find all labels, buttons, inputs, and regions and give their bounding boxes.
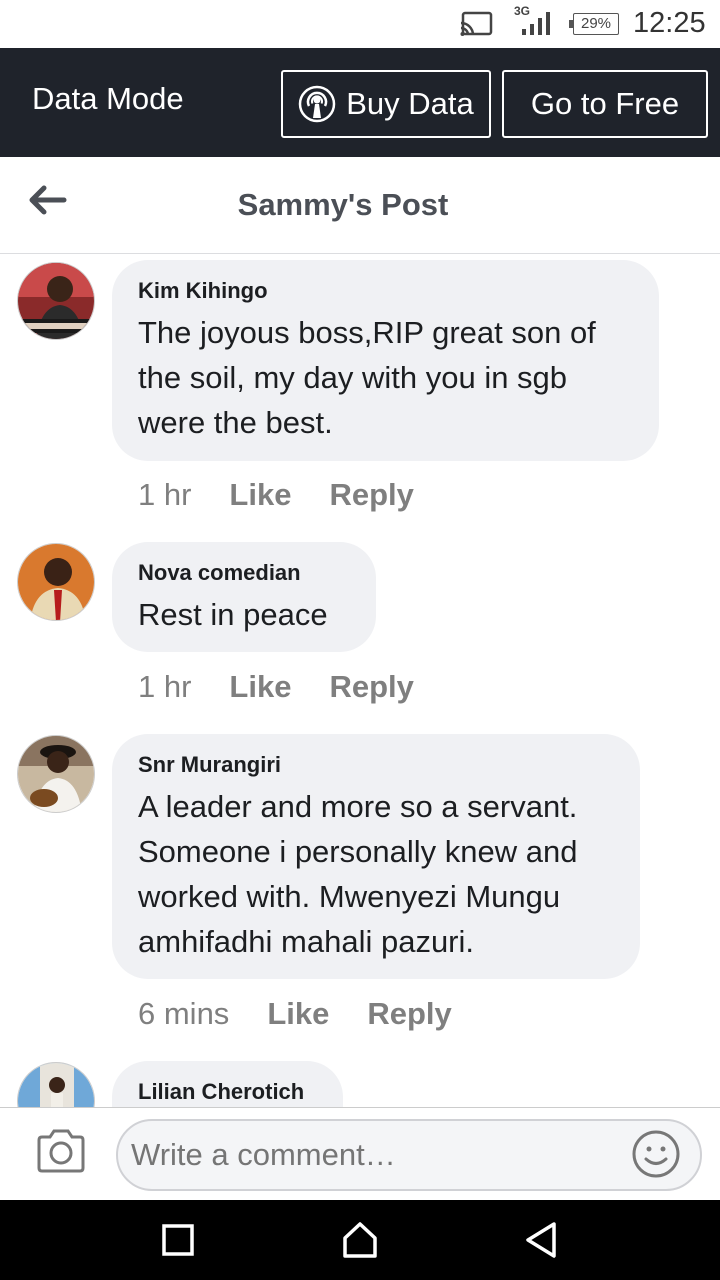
- cast-icon: [460, 11, 493, 36]
- avatar-image: [18, 1063, 94, 1107]
- post-header: Sammy's Post: [0, 157, 720, 254]
- comment-bubble[interactable]: Lilian Cherotich: [112, 1061, 343, 1107]
- go-to-free-button[interactable]: Go to Free: [502, 70, 708, 138]
- buy-data-button[interactable]: Buy Data: [281, 70, 491, 138]
- comment-actions: 6 mins Like Reply: [138, 996, 490, 1032]
- avatar[interactable]: [17, 735, 95, 813]
- data-mode-title: Data Mode: [32, 81, 184, 116]
- comment-actions: 1 hr Like Reply: [138, 669, 452, 705]
- comment-author[interactable]: Snr Murangiri: [138, 752, 614, 778]
- comment-bubble[interactable]: Snr Murangiri A leader and more so a ser…: [112, 734, 640, 979]
- comment-author[interactable]: Kim Kihingo: [138, 278, 633, 304]
- avatar[interactable]: [17, 543, 95, 621]
- comment-input[interactable]: [116, 1119, 702, 1191]
- comment-time: 6 mins: [138, 996, 230, 1031]
- reply-button[interactable]: Reply: [329, 477, 413, 513]
- comment-text: Rest in peace: [138, 597, 328, 632]
- emoji-icon[interactable]: [630, 1128, 682, 1180]
- avatar-image: [18, 544, 94, 620]
- comment-bubble[interactable]: Nova comedian Rest in peace: [112, 542, 376, 652]
- signal-icon: [522, 12, 550, 35]
- reply-button[interactable]: Reply: [367, 996, 451, 1032]
- like-button[interactable]: Like: [229, 669, 291, 705]
- battery-icon: 29%: [569, 13, 619, 35]
- home-icon[interactable]: [338, 1218, 382, 1262]
- comment-text: A leader and more so a servant. Someone …: [138, 789, 578, 959]
- comment-time: 1 hr: [138, 477, 192, 512]
- back-icon[interactable]: [520, 1218, 564, 1262]
- comment-composer: [0, 1107, 720, 1200]
- reply-button[interactable]: Reply: [329, 669, 413, 705]
- comment-actions: 1 hr Like Reply: [138, 477, 452, 513]
- buy-data-label: Buy Data: [346, 86, 474, 121]
- broadcast-icon: [298, 85, 336, 123]
- comment-author[interactable]: Lilian Cherotich: [138, 1079, 317, 1105]
- comment-bubble[interactable]: Kim Kihingo The joyous boss,RIP great so…: [112, 260, 659, 461]
- page-title: Sammy's Post: [237, 187, 449, 222]
- like-button[interactable]: Like: [267, 996, 329, 1032]
- go-to-free-label: Go to Free: [530, 86, 680, 121]
- avatar-image: [18, 736, 94, 812]
- system-nav-bar: [0, 1200, 720, 1280]
- data-mode-bar: Data Mode Buy Data Go to Free: [0, 48, 720, 157]
- battery-level: 29%: [580, 15, 612, 32]
- comments-list[interactable]: Kim Kihingo The joyous boss,RIP great so…: [0, 255, 720, 1107]
- avatar[interactable]: [17, 1062, 95, 1107]
- recents-icon[interactable]: [156, 1218, 200, 1262]
- clock: 12:25: [633, 7, 706, 39]
- camera-icon[interactable]: [35, 1128, 87, 1174]
- status-bar: 3G 29% 12:25: [0, 0, 720, 48]
- comment-text: The joyous boss,RIP great son of the soi…: [138, 315, 596, 440]
- comment-author[interactable]: Nova comedian: [138, 560, 350, 586]
- avatar-image: [18, 263, 94, 339]
- like-button[interactable]: Like: [229, 477, 291, 513]
- avatar[interactable]: [17, 262, 95, 340]
- comment-time: 1 hr: [138, 669, 192, 704]
